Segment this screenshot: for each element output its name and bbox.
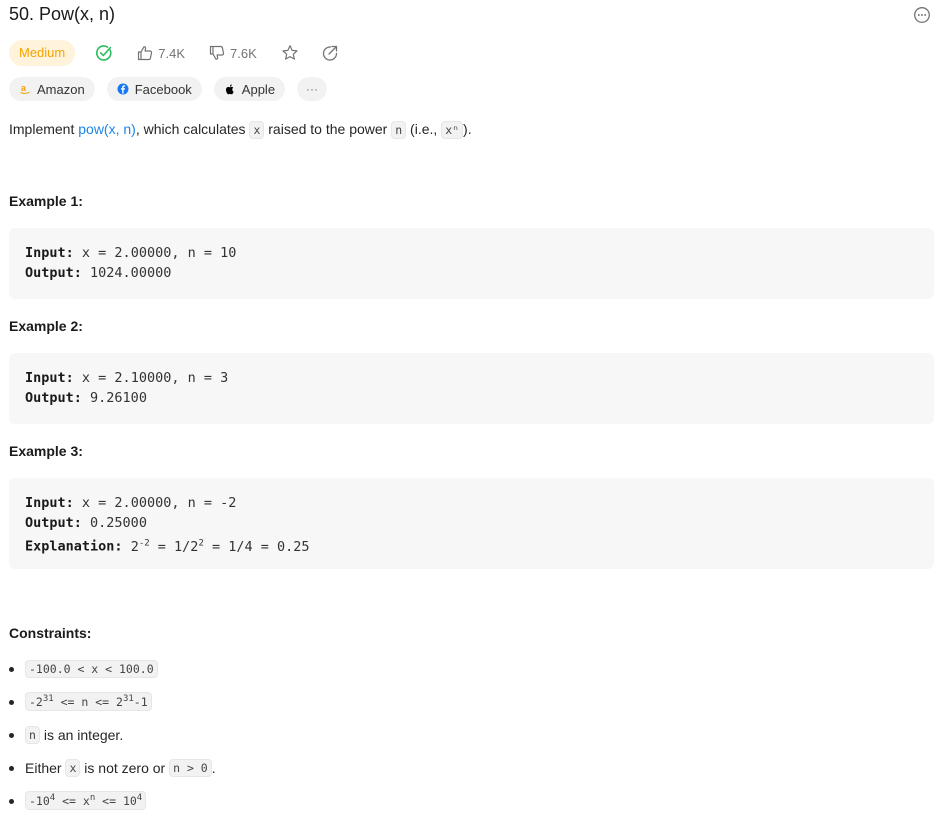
tag-label: Facebook (134, 81, 192, 97)
constraint-item: -231 <= n <= 231-1 (9, 685, 909, 718)
output-value: 9.26100 (90, 390, 147, 406)
constraint-item: -104 <= xn <= 104 (9, 784, 909, 817)
explanation-label: Explanation: (25, 538, 123, 555)
inline-code: x (65, 758, 81, 777)
constraint-item: -100.0 < x < 100.0 (9, 652, 909, 685)
inline-code: n > 0 (169, 758, 212, 777)
inline-code: -231 <= n <= 231-1 (25, 692, 152, 711)
constraints-heading: Constraints: (9, 625, 92, 641)
inline-code: xⁿ (441, 121, 464, 139)
inline-code: x (249, 121, 265, 139)
input-value: x = 2.00000, n = 10 (81, 245, 237, 261)
bullet (9, 700, 14, 705)
company-tags: a Amazon Facebook Apple ··· (9, 77, 339, 101)
example-heading: Example 3: (9, 443, 83, 459)
tag-label: Amazon (37, 81, 85, 97)
apple-icon (224, 83, 236, 95)
desc-text: raised to the power (264, 121, 392, 137)
constraint-item: n is an integer. (9, 718, 909, 751)
inline-code: n (25, 725, 40, 744)
constraints-list: -100.0 < x < 100.0 -231 <= n <= 231-1 n … (9, 652, 909, 817)
input-label: Input: (25, 495, 74, 511)
problem-description: Implement pow(x, n), which calculates x … (9, 119, 472, 140)
input-value: x = 2.10000, n = 3 (81, 370, 229, 386)
facebook-icon (117, 83, 129, 95)
example-heading: Example 2: (9, 318, 83, 334)
constraint-text: is an integer. (39, 726, 124, 743)
constraint-text: Either (25, 759, 66, 776)
desc-text: ). (463, 121, 472, 137)
output-label: Output: (25, 265, 82, 281)
input-label: Input: (25, 370, 74, 386)
problem-title: 50. Pow(x, n) (9, 4, 116, 24)
more-icon: ··· (306, 82, 319, 96)
amazon-icon: a (19, 83, 31, 95)
inline-code: -104 <= xn <= 104 (25, 791, 147, 810)
example-heading: Example 1: (9, 193, 83, 209)
check-circle-icon (96, 45, 112, 61)
thumbs-down-icon (209, 45, 225, 60)
bullet (9, 667, 14, 672)
tag-amazon[interactable]: a Amazon (9, 77, 95, 101)
more-options-button[interactable] (913, 6, 931, 24)
solved-status (95, 44, 113, 62)
share-icon (322, 45, 337, 61)
like-count: 7.4K (158, 45, 185, 61)
inline-code: n (391, 121, 407, 139)
dislike-count: 7.6K (230, 45, 257, 61)
pow-link[interactable]: pow(x, n) (78, 121, 136, 137)
dislike-button[interactable]: 7.6K (209, 45, 257, 61)
input-value: x = 2.00000, n = -2 (81, 495, 237, 511)
output-label: Output: (25, 390, 82, 406)
inline-code: -100.0 < x < 100.0 (25, 659, 158, 678)
difficulty-badge[interactable]: Medium (9, 40, 76, 66)
input-label: Input: (25, 245, 74, 261)
favorite-button[interactable] (281, 44, 299, 62)
output-label: Output: (25, 515, 82, 531)
bullet (9, 733, 14, 738)
constraint-text: is not zero or (80, 759, 170, 776)
example-box: Input: x = 2.00000, n = 10 Output: 1024.… (9, 228, 934, 299)
output-value: 1024.00000 (90, 265, 172, 281)
more-tags-button[interactable]: ··· (297, 77, 328, 101)
star-icon (282, 45, 298, 60)
desc-text: (i.e., (406, 121, 442, 137)
explanation-value: 2-2 = 1/22 = 1/4 = 0.25 (130, 538, 310, 555)
problem-meta-row: Medium 7.4K 7.6K (9, 40, 339, 66)
ellipsis-circle-icon (914, 7, 930, 23)
bullet (9, 799, 14, 804)
constraint-text: . (211, 759, 216, 776)
svg-text:a: a (21, 83, 27, 93)
tag-facebook[interactable]: Facebook (106, 77, 202, 101)
thumbs-up-icon (138, 46, 153, 61)
tag-label: Apple (241, 81, 276, 97)
constraint-item: Either x is not zero or n > 0. (9, 751, 909, 784)
desc-text: Implement (9, 121, 79, 137)
bullet (9, 766, 14, 771)
desc-text: , which calculates (135, 121, 250, 137)
output-value: 0.25000 (90, 515, 147, 531)
tag-apple[interactable]: Apple (213, 77, 286, 101)
example-box: Input: x = 2.00000, n = -2 Output: 0.250… (9, 478, 934, 569)
example-box: Input: x = 2.10000, n = 3 Output: 9.2610… (9, 353, 934, 424)
like-button[interactable]: 7.4K (137, 45, 185, 61)
share-button[interactable] (321, 44, 339, 62)
